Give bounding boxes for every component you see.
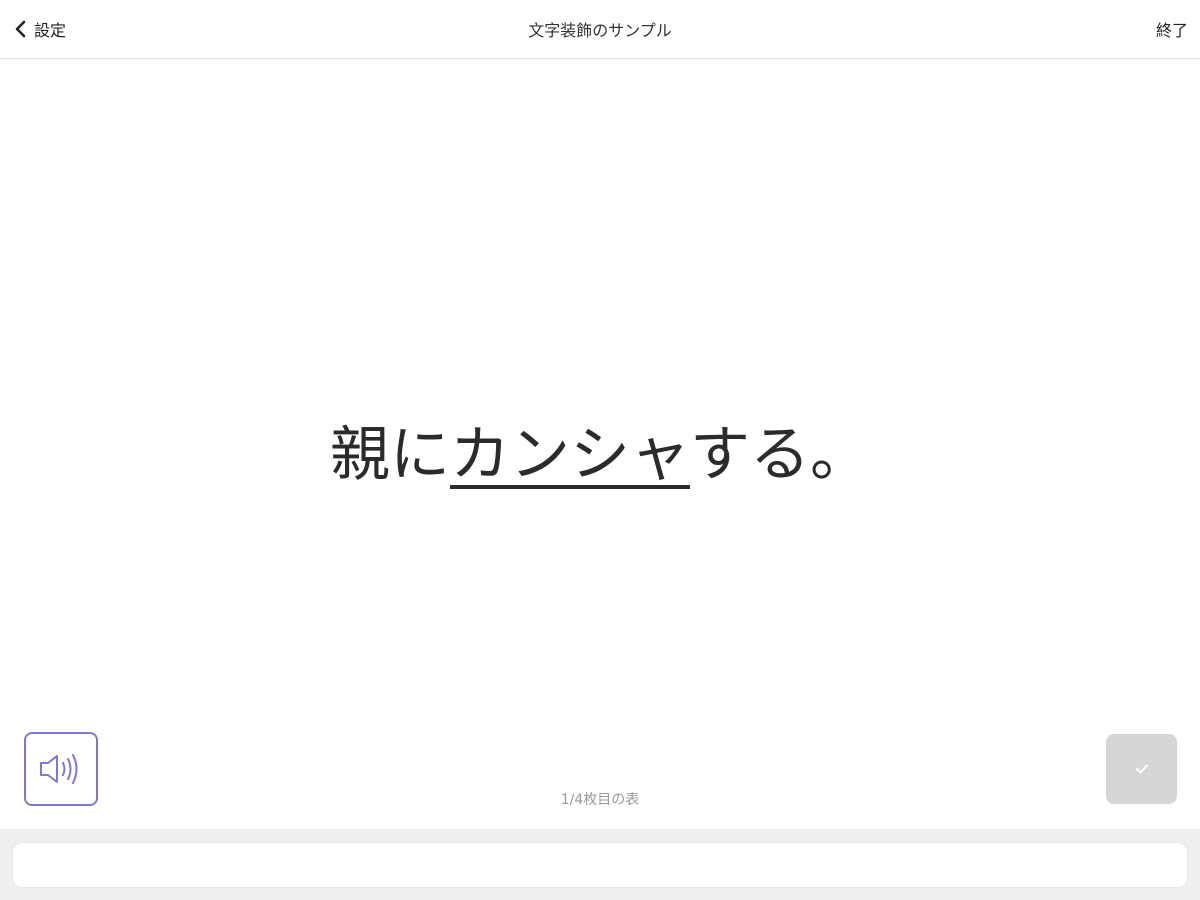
sentence-text-underlined: カンシャ (450, 419, 690, 490)
sentence-text-before: 親に (330, 419, 450, 490)
bottom-input-area[interactable] (12, 842, 1188, 888)
sentence-text-after: する。 (690, 419, 870, 490)
navigation-bar: 設定 文字装飾のサンプル 終了 (0, 0, 1200, 59)
back-button[interactable]: 設定 (8, 12, 72, 46)
page-indicator: 1/4枚目の表 (560, 792, 640, 808)
checkmark-icon (1135, 764, 1148, 774)
flashcard-app: 設定 文字装飾のサンプル 終了 親に カンシャ する。 1/4枚目の表 (0, 0, 1200, 900)
bottom-bar (0, 829, 1200, 900)
check-button[interactable] (1106, 734, 1177, 804)
back-button-label: 設定 (34, 21, 67, 40)
card-sentence: 親に カンシャ する。 (0, 404, 1200, 494)
flashcard[interactable]: 親に カンシャ する。 1/4枚目の表 (0, 59, 1200, 829)
speaker-icon (40, 754, 78, 784)
chevron-left-icon (15, 20, 26, 38)
done-button[interactable]: 終了 (1154, 12, 1190, 46)
page-title: 文字装飾のサンプル (528, 21, 672, 40)
